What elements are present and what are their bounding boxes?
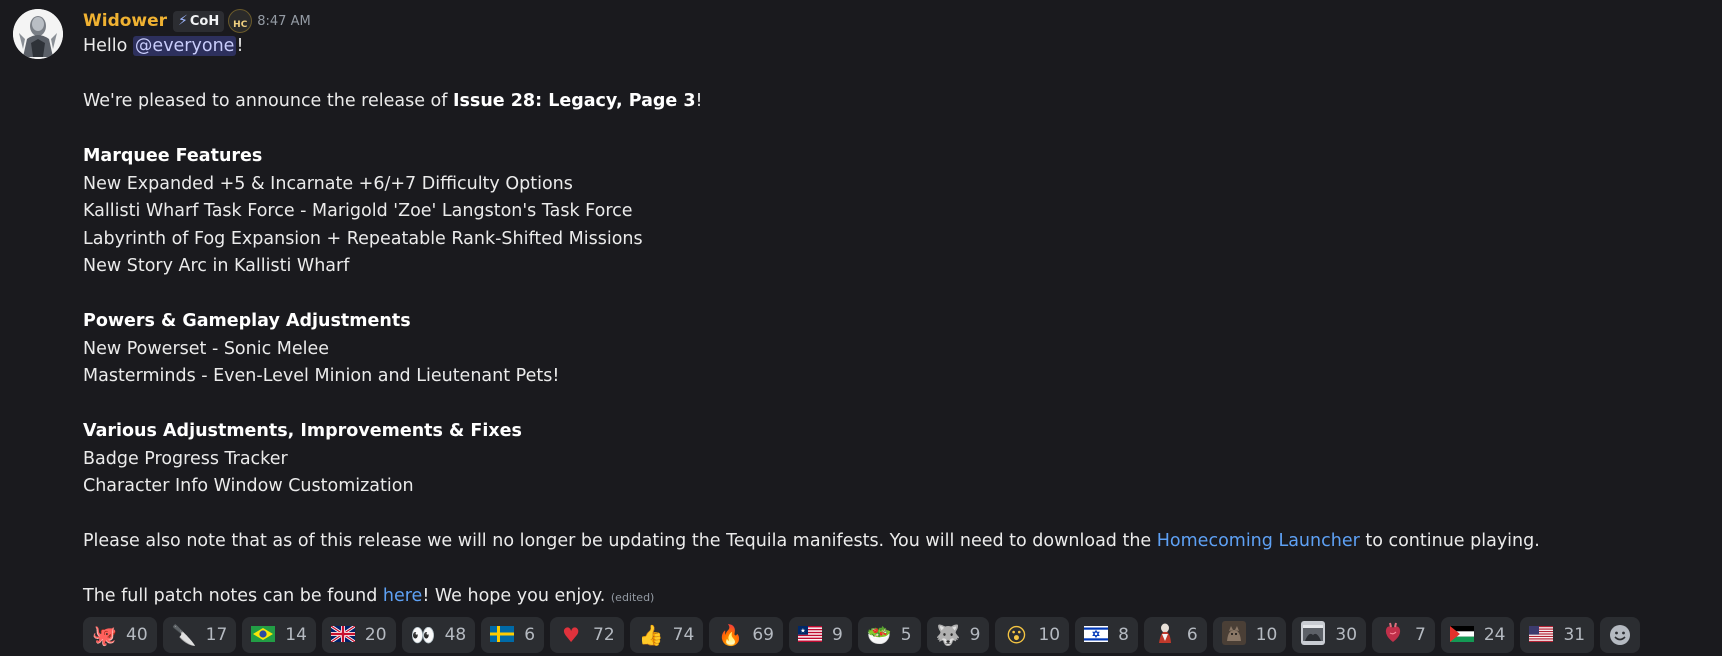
reaction-wolf[interactable]: 🐺 9 [926,617,990,653]
reaction-count: 69 [752,625,774,645]
section-item: Masterminds - Even-Level Minion and Lieu… [83,366,560,386]
flag-uk-icon [330,624,356,646]
flag-israel-icon [1084,624,1109,646]
reaction-flag-palestine[interactable]: 24 [1440,617,1515,653]
section-item: New Story Arc in Kallisti Wharf [83,256,350,276]
reaction-count: 8 [1118,625,1129,645]
reaction-bar: 🐙 40 🔪 17 14 20 👀 48 6 ♥ 72 👍 74 🔥 69 ★ 9 🥗 5 🐺 9 😮 10 8 6 10 30 7 2… [83,617,1641,653]
flag-palestine-icon [1449,624,1474,646]
section-item: Labyrinth of Fog Expansion + Repeatable … [83,228,643,249]
server-badge-icon[interactable]: HC [228,9,253,33]
heart-icon: ♥ [562,623,580,647]
edited-label[interactable]: (edited) [611,591,654,604]
username[interactable]: Widower [83,11,167,31]
reaction-count: 9 [969,625,981,645]
reaction-flag-israel[interactable]: 8 [1075,617,1138,653]
patch-notes-link[interactable]: here [383,586,422,606]
salad-icon: 🥗 [866,623,892,647]
custom-cat-icon [1221,621,1246,649]
reaction-count: 74 [672,625,695,645]
reaction-count: 20 [364,625,387,645]
message-timestamp[interactable]: 8:47 AM [257,14,310,29]
section-item: Badge Progress Tracker [83,448,288,469]
launcher-note-line: Please also note that as of this release… [83,531,1540,551]
smiley-icon [1610,625,1631,645]
reaction-thumbs-up[interactable]: 👍 74 [629,617,704,653]
chat-message: Widower ⚡ CoH HC 8:47 AM Hello @everyone… [0,0,1722,656]
reaction-fire[interactable]: 🔥 69 [709,617,783,653]
homecoming-launcher-link[interactable]: Homecoming Launcher [1157,531,1360,551]
section-heading: Powers & Gameplay Adjustments [83,311,411,331]
reaction-count: 9 [831,625,843,645]
greeting-line: Hello @everyone! [83,36,244,56]
section-item: Character Info Window Customization [83,476,414,496]
custom-figure-icon [1153,621,1177,649]
section-heading: Various Adjustments, Improvements & Fixe… [83,421,522,441]
knife-icon: 🔪 [171,623,197,647]
guild-tag[interactable]: ⚡ CoH [173,10,225,32]
wolf-icon: 🐺 [935,623,961,647]
reaction-count: 14 [285,625,307,645]
flag-brazil-icon [251,624,276,646]
message-header: Widower ⚡ CoH HC 8:47 AM [83,8,311,34]
reaction-count: 10 [1255,625,1278,645]
reaction-flag-usa[interactable]: 31 [1520,617,1595,653]
reaction-flag-liberia[interactable]: ★ 9 [788,617,852,653]
reaction-yawning-face[interactable]: 😮 10 [995,617,1070,653]
reaction-count: 17 [205,625,228,645]
reaction-count: 31 [1563,625,1586,645]
section-heading: Marquee Features [83,146,263,166]
yawning-face-icon: 😮 [1006,623,1027,647]
reaction-octopus[interactable]: 🐙 40 [83,617,157,653]
reaction-custom-figure[interactable]: 6 [1143,617,1207,653]
reaction-custom-cat[interactable]: 10 [1212,617,1287,653]
reaction-count: 10 [1038,625,1061,645]
user-avatar[interactable] [13,9,63,59]
reaction-eyes[interactable]: 👀 48 [401,617,476,653]
reaction-flag-sweden[interactable]: 6 [481,617,545,653]
section-item: Kallisti Wharf Task Force - Marigold 'Zo… [83,201,633,221]
reaction-count: 5 [900,625,912,645]
reaction-count: 6 [1186,625,1198,645]
eyes-icon: 👀 [410,623,436,647]
add-reaction-button[interactable] [1600,617,1641,653]
reaction-custom-photo[interactable]: 30 [1292,617,1367,653]
svg-text:★: ★ [800,628,805,635]
message-content: Hello @everyone! We're pleased to announ… [83,33,1703,611]
flag-liberia-icon: ★ [797,624,822,646]
section-item: New Expanded +5 & Incarnate +6/+7 Diffic… [83,173,573,194]
issue-title: Issue 28: Legacy, Page 3 [452,91,696,111]
reaction-count: 48 [444,625,467,645]
announcement-line: We're pleased to announce the release of… [83,91,703,111]
reaction-flag-brazil[interactable]: 14 [242,617,316,653]
reaction-count: 30 [1335,625,1358,645]
reaction-flag-uk[interactable]: 20 [321,617,396,653]
fire-icon: 🔥 [718,623,744,647]
octopus-icon: 🐙 [92,623,117,647]
guild-tag-label: CoH [189,13,220,29]
reaction-heart[interactable]: ♥ 72 [550,617,624,653]
reaction-count: 72 [593,625,615,645]
reaction-anatomical-heart[interactable]: 7 [1372,617,1435,653]
anatomical-heart-icon [1381,621,1405,649]
reaction-count: 7 [1415,625,1426,645]
patch-notes-line: The full patch notes can be found here! … [83,586,655,606]
reaction-count: 6 [524,625,536,645]
section-item: New Powerset - Sonic Melee [83,338,330,359]
everyone-mention[interactable]: @everyone [132,36,237,56]
reaction-salad[interactable]: 🥗 5 [857,617,921,653]
reaction-count: 40 [126,625,148,645]
custom-photo-icon [1301,621,1326,649]
flag-sweden-icon [490,624,515,646]
lightning-icon: ⚡ [178,13,188,29]
flag-usa-icon [1529,624,1554,646]
thumbs-up-icon: 👍 [638,623,664,647]
reaction-knife[interactable]: 🔪 17 [162,617,237,653]
reaction-count: 24 [1483,625,1506,645]
